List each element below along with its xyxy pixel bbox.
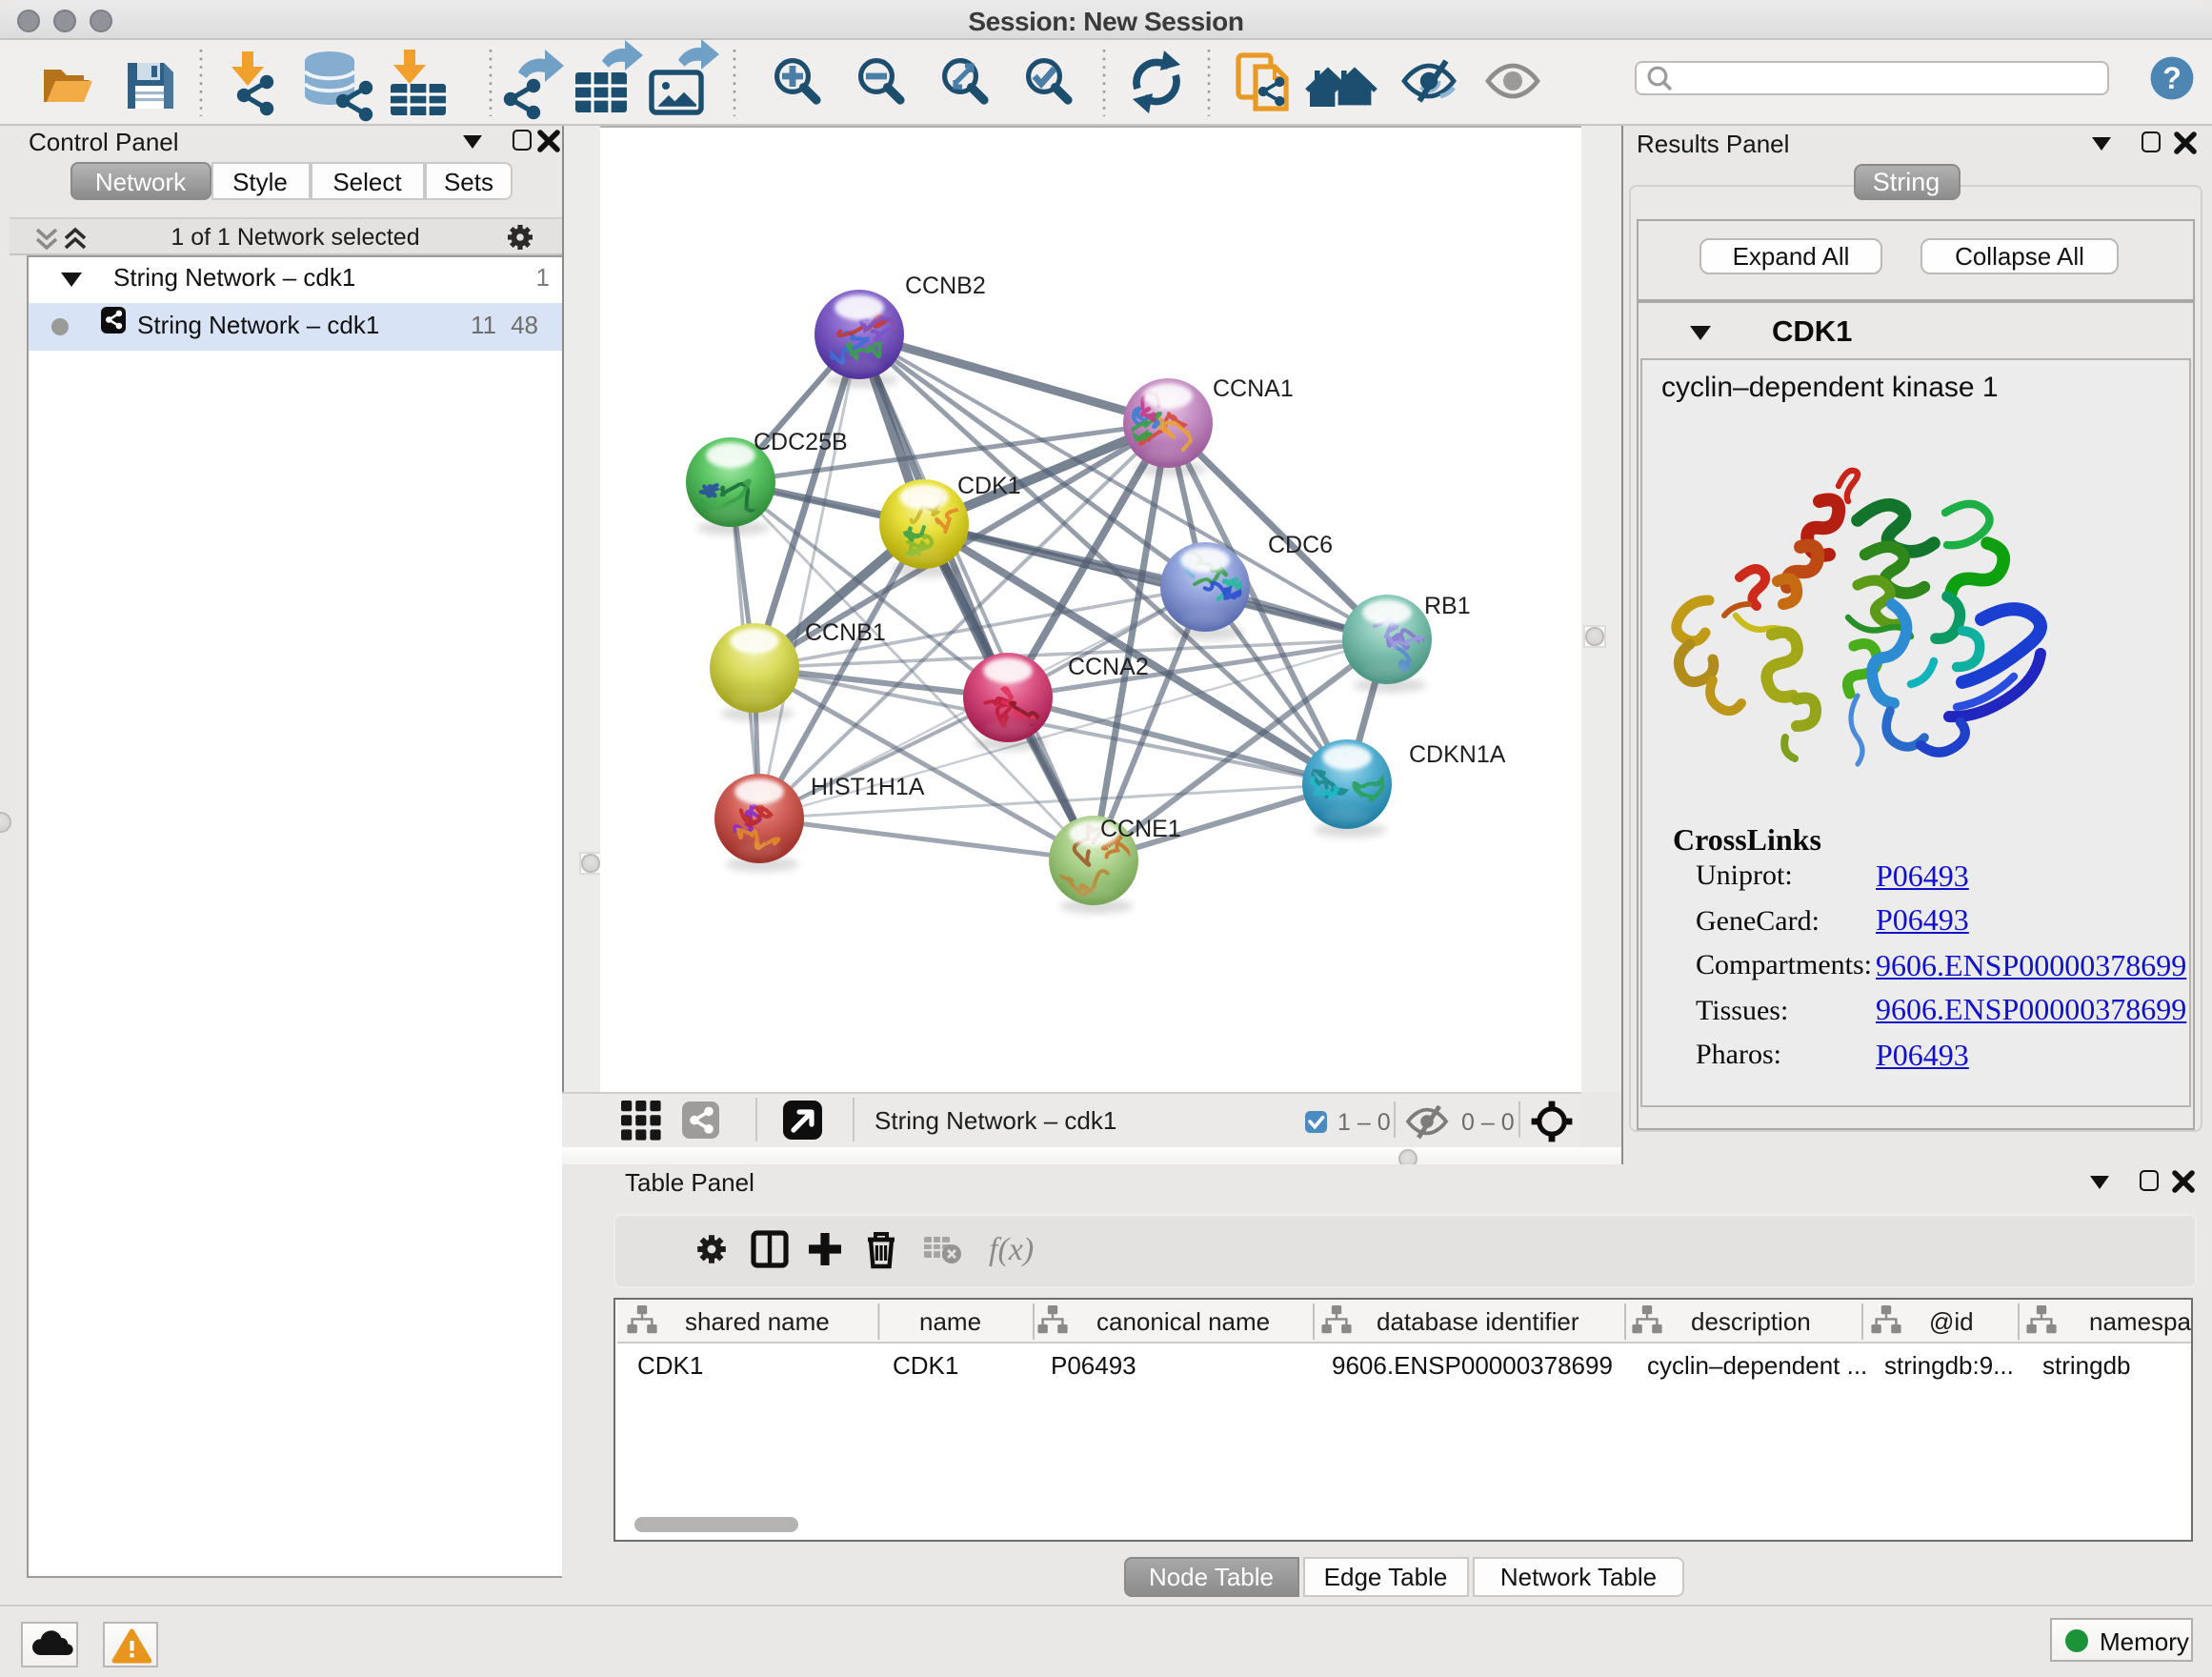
svg-text:0 – 0: 0 – 0 (1461, 1109, 1515, 1136)
svg-text:CCNB2: CCNB2 (904, 272, 985, 298)
svg-text:String Network – cdk1: String Network – cdk1 (875, 1106, 1116, 1135)
svg-text:canonical name: canonical name (1096, 1307, 1269, 1336)
svg-text:description: description (1690, 1307, 1810, 1336)
svg-text:RB1: RB1 (1423, 592, 1470, 618)
svg-text:CCNA2: CCNA2 (1067, 653, 1148, 679)
svg-text:database identifier: database identifier (1376, 1307, 1579, 1336)
svg-text:CDKN1A: CDKN1A (1408, 740, 1505, 767)
svg-text:CCNE1: CCNE1 (1099, 815, 1180, 841)
svg-text:name: name (918, 1307, 980, 1336)
svg-text:CDK1: CDK1 (956, 472, 1020, 498)
svg-text:CDC6: CDC6 (1267, 531, 1332, 557)
svg-text:shared name: shared name (684, 1307, 829, 1336)
svg-text:?: ? (2162, 61, 2182, 95)
svg-text:CCNB1: CCNB1 (804, 618, 885, 645)
svg-text:CDC25B: CDC25B (753, 428, 847, 455)
svg-text:HIST1H1A: HIST1H1A (810, 773, 924, 799)
svg-text:1 – 0: 1 – 0 (1337, 1109, 1391, 1136)
svg-text:CCNA1: CCNA1 (1212, 374, 1293, 401)
svg-text:1 of 1 Network selected: 1 of 1 Network selected (171, 224, 419, 251)
svg-text:@id: @id (1928, 1307, 1973, 1336)
svg-text:namespace: namespace (2088, 1307, 2190, 1336)
svg-text:f(x): f(x) (988, 1232, 1033, 1267)
